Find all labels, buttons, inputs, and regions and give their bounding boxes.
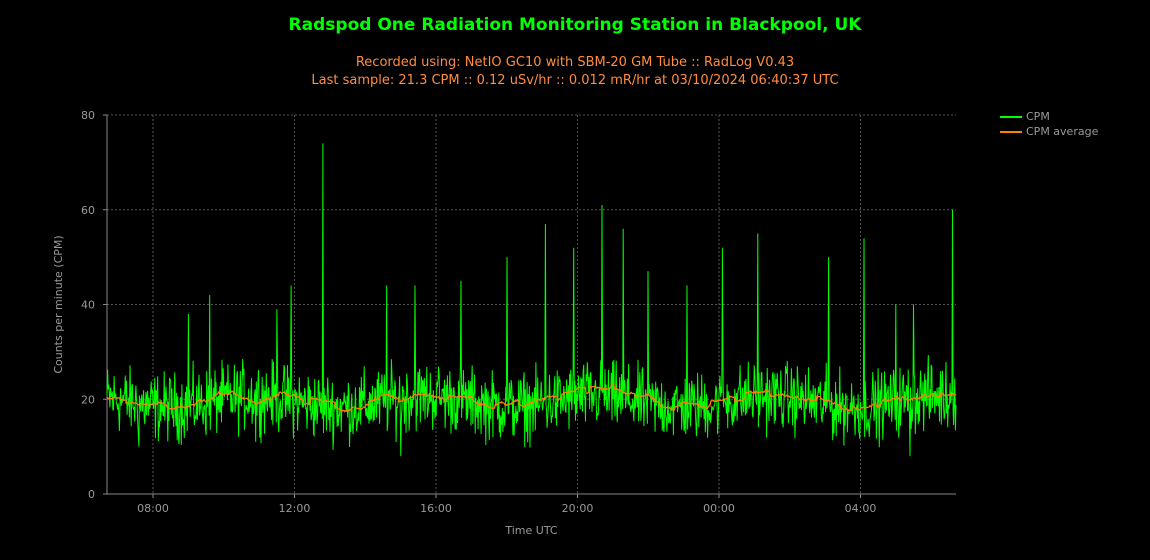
y-tick-label: 20	[81, 393, 95, 406]
legend-label-cpm: CPM	[1026, 110, 1050, 123]
cpm-series-line	[106, 143, 957, 457]
x-tick-label: 08:00	[137, 502, 169, 515]
legend-swatch-cpm-average	[1000, 131, 1022, 133]
x-tick-label: 12:00	[279, 502, 311, 515]
legend-item-cpm: CPM	[1000, 110, 1050, 123]
cpm-chart: 0 20 40 60 80 08:00 12:00 16:00 20:00 00:00 04:00 T…	[52, 109, 957, 537]
legend-swatch-cpm	[1000, 116, 1022, 118]
x-tick-label: 16:00	[420, 502, 452, 515]
y-tick-label: 40	[81, 299, 95, 312]
legend-item-cpm-average: CPM average	[1000, 125, 1098, 138]
legend-label-cpm-average: CPM average	[1026, 125, 1099, 138]
y-tick-label: 0	[88, 488, 95, 501]
x-tick-label: 20:00	[562, 502, 594, 515]
y-tick-label: 60	[81, 204, 95, 217]
x-axis-label: Time UTC	[504, 524, 558, 537]
x-tick-label: 04:00	[845, 502, 877, 515]
x-tick-label: 00:00	[703, 502, 735, 515]
y-tick-label: 80	[81, 109, 95, 122]
y-axis-label: Counts per minute (CPM)	[52, 235, 65, 373]
